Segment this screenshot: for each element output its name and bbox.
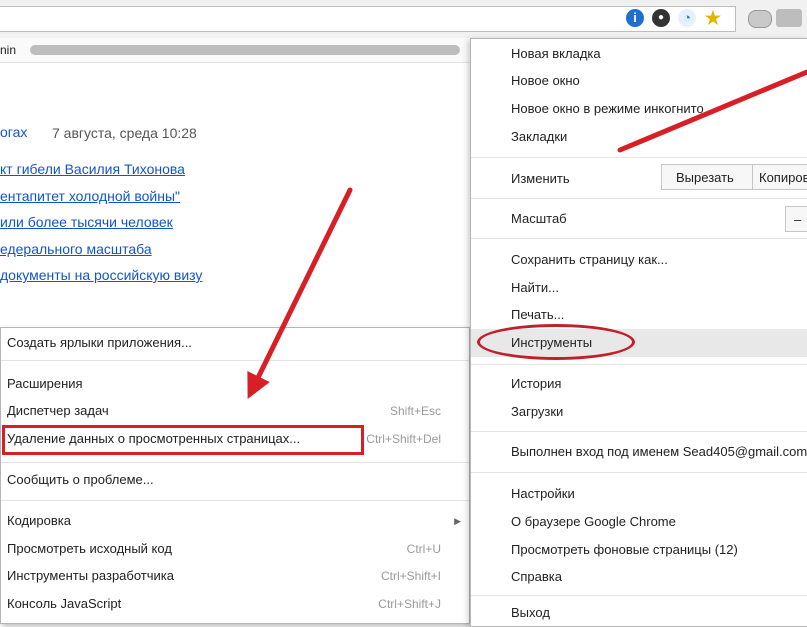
bookmark-item[interactable]: nin	[0, 43, 16, 57]
new-window-item[interactable]: Новое окно	[511, 70, 580, 92]
menu-item-label: Инструменты разработчика	[7, 568, 174, 583]
print-item[interactable]: Печать...	[511, 304, 564, 326]
downloads-item[interactable]: Загрузки	[511, 401, 563, 423]
blurred-bookmarks	[30, 45, 460, 55]
news-link[interactable]: документы на российскую визу	[0, 267, 202, 283]
incognito-window-item[interactable]: Новое окно в режиме инкогнито	[511, 98, 704, 120]
shortcut-text: Ctrl+Shift+Del	[366, 432, 441, 446]
menu-item-label: Сообщить о проблеме...	[7, 472, 154, 487]
encoding-item[interactable]: Кодировка	[7, 510, 441, 532]
bookmark-star-icon[interactable]: ★	[704, 9, 722, 27]
task-manager-item[interactable]: Диспетчер задач Shift+Esc	[7, 400, 441, 422]
extension-swirl-icon[interactable]: ◔	[678, 9, 696, 27]
menu-separator	[471, 595, 807, 596]
new-tab-item[interactable]: Новая вкладка	[511, 43, 601, 65]
menu-item-label: Расширения	[7, 376, 83, 391]
tools-submenu: Создать ярлыки приложения... Расширения …	[0, 327, 470, 624]
zoom-label: Масштаб	[511, 211, 567, 226]
shortcut-text: Shift+Esc	[389, 404, 441, 418]
cut-button[interactable]: Вырезать	[661, 164, 753, 190]
menu-separator	[1, 500, 469, 501]
tools-highlight-oval	[477, 324, 635, 360]
extension-bubble-icon[interactable]	[748, 10, 772, 28]
javascript-console-item[interactable]: Консоль JavaScript Ctrl+Shift+J	[7, 593, 441, 615]
menu-separator	[471, 472, 807, 473]
submenu-arrow-icon: ▶	[454, 516, 461, 526]
report-issue-item[interactable]: Сообщить о проблеме...	[7, 469, 441, 491]
menu-separator	[471, 198, 807, 199]
create-app-shortcuts-item[interactable]: Создать ярлыки приложения...	[7, 332, 441, 354]
news-link[interactable]: едерального масштаба	[0, 241, 152, 257]
shortcut-text: Ctrl+Shift+I	[380, 569, 441, 583]
menu-item-label: Диспетчер задач	[7, 403, 109, 418]
news-link[interactable]: или более тысячи человек	[0, 214, 173, 230]
extension-dark-icon[interactable]: ●	[652, 9, 670, 27]
find-item[interactable]: Найти...	[511, 277, 559, 299]
news-date: 7 августа, среда 10:28	[52, 125, 197, 141]
zoom-out-button[interactable]: –	[785, 206, 807, 232]
view-source-item[interactable]: Просмотреть исходный код Ctrl+U	[7, 538, 441, 560]
menu-item-label: Кодировка	[7, 513, 71, 528]
menu-separator	[471, 431, 807, 432]
news-link[interactable]: кт гибели Василия Тихонова	[0, 161, 185, 177]
background-pages-item[interactable]: Просмотреть фоновые страницы (12)	[511, 539, 738, 561]
browser-toolbar: i ● ◔ ★	[0, 0, 807, 39]
shortcut-text: Ctrl+U	[406, 542, 441, 556]
exit-item[interactable]: Выход	[511, 602, 550, 624]
history-item[interactable]: История	[511, 373, 561, 395]
clear-data-highlight-box	[2, 425, 364, 455]
menu-separator	[471, 364, 807, 365]
shortcut-text: Ctrl+Shift+J	[378, 597, 441, 611]
info-icon[interactable]: i	[626, 9, 644, 27]
bookmarks-item[interactable]: Закладки	[511, 126, 567, 148]
edit-label: Изменить	[511, 171, 570, 186]
help-item[interactable]: Справка	[511, 566, 562, 588]
menu-item-label: Просмотреть исходный код	[7, 541, 172, 556]
menu-item-label: Создать ярлыки приложения...	[7, 335, 192, 350]
about-chrome-item[interactable]: О браузере Google Chrome	[511, 511, 676, 533]
news-title[interactable]: огах	[0, 124, 27, 140]
signed-in-item[interactable]: Выполнен вход под именем Sead405@gmail.c…	[511, 441, 807, 463]
menu-separator	[1, 360, 469, 361]
bookmarks-bar: nin	[0, 38, 470, 63]
menu-separator	[471, 157, 807, 158]
menu-separator	[1, 462, 469, 463]
developer-tools-item[interactable]: Инструменты разработчика Ctrl+Shift+I	[7, 565, 441, 587]
extensions-item[interactable]: Расширения	[7, 373, 441, 395]
save-page-item[interactable]: Сохранить страницу как...	[511, 249, 668, 271]
copy-button[interactable]: Копировать	[752, 164, 807, 190]
wrench-menu-icon[interactable]	[776, 9, 802, 27]
news-link[interactable]: ентапитет холодной войны"	[0, 188, 180, 204]
menu-item-label: Консоль JavaScript	[7, 596, 122, 611]
menu-separator	[471, 238, 807, 239]
settings-item[interactable]: Настройки	[511, 483, 575, 505]
